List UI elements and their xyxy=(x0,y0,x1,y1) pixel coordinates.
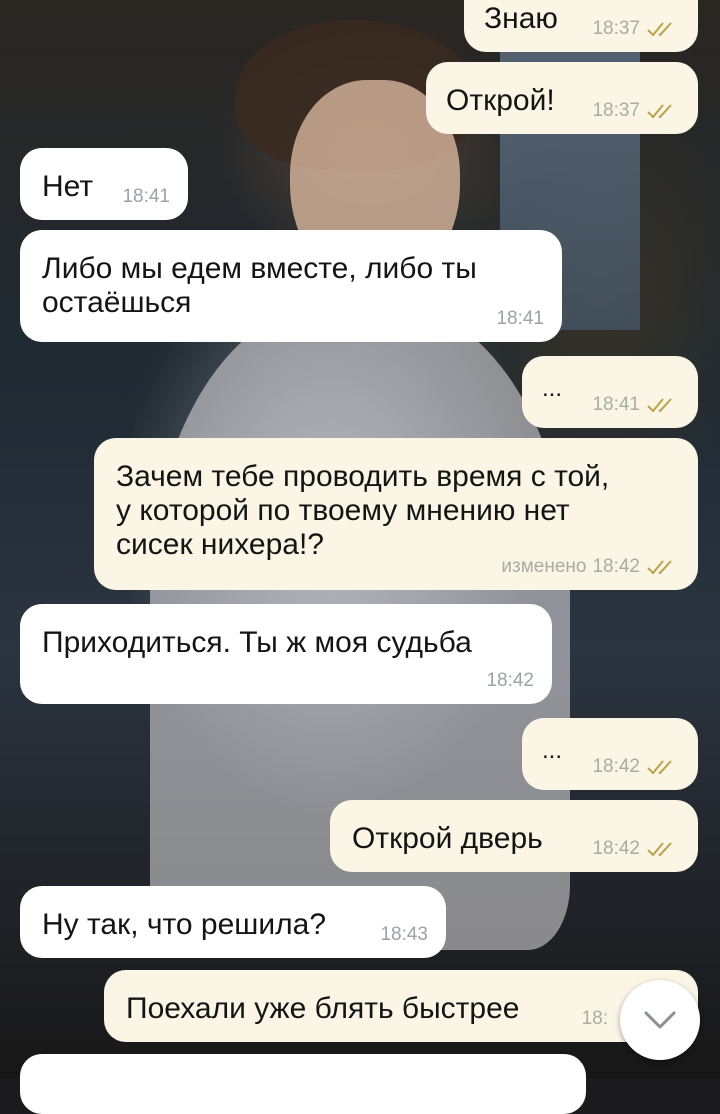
message-outgoing[interactable]: Поехали уже блять быстрее 18: xyxy=(104,970,698,1042)
message-incoming[interactable]: Приходиться. Ты ж моя судьба 18:42 xyxy=(20,604,552,704)
message-incoming[interactable]: Либо мы едем вместе, либо ты остаёшься 1… xyxy=(20,230,562,342)
message-meta: 18: xyxy=(582,1008,608,1030)
message-text: ... xyxy=(542,737,563,764)
scroll-down-button[interactable] xyxy=(620,980,700,1060)
message-incoming[interactable] xyxy=(20,1054,586,1114)
message-text: Ну так, что решила? xyxy=(42,908,327,941)
edited-label: изменено xyxy=(501,556,587,577)
message-time: 18:41 xyxy=(592,394,640,415)
message-meta: изменено 18:42 xyxy=(501,556,680,578)
message-text: ... xyxy=(542,375,563,402)
double-check-icon xyxy=(647,760,672,775)
message-outgoing[interactable]: Открой! 18:37 xyxy=(426,62,698,134)
message-meta: 18:37 xyxy=(592,18,680,40)
message-meta: 18:41 xyxy=(122,186,170,208)
message-time: 18:42 xyxy=(592,838,640,859)
message-text: Открой! xyxy=(446,84,555,117)
double-check-icon xyxy=(647,560,672,575)
message-text: Нет xyxy=(42,170,94,203)
message-outgoing[interactable]: Открой дверь 18:42 xyxy=(330,800,698,872)
message-meta: 18:43 xyxy=(380,924,428,946)
message-time: 18:37 xyxy=(592,100,640,121)
message-meta: 18:37 xyxy=(592,100,680,122)
double-check-icon xyxy=(647,842,672,857)
message-time: 18: xyxy=(581,1008,608,1029)
message-meta: 18:42 xyxy=(592,838,680,860)
message-text: Либо мы едем вместе, либо ты остаёшься xyxy=(42,252,477,319)
message-outgoing[interactable]: Знаю 18:37 xyxy=(464,0,698,52)
message-text: Открой дверь xyxy=(352,822,543,855)
message-outgoing[interactable]: ... 18:42 xyxy=(522,718,698,790)
message-incoming[interactable]: Нет 18:41 xyxy=(20,148,188,220)
message-outgoing[interactable]: Зачем тебе проводить время с той, у кото… xyxy=(94,438,698,590)
double-check-icon xyxy=(647,22,672,37)
message-time: 18:37 xyxy=(592,18,640,39)
message-outgoing[interactable]: ... 18:41 xyxy=(522,356,698,428)
chevron-down-icon xyxy=(644,1011,676,1029)
message-time: 18:41 xyxy=(122,186,170,207)
message-text: Приходиться. Ты ж моя судьба xyxy=(42,626,472,659)
message-time: 18:42 xyxy=(592,756,640,777)
message-meta: 18:41 xyxy=(592,394,680,416)
message-time: 18:42 xyxy=(592,556,640,577)
message-time: 18:41 xyxy=(496,308,544,329)
double-check-icon xyxy=(647,104,672,119)
double-check-icon xyxy=(647,398,672,413)
message-text: Знаю xyxy=(484,2,558,35)
message-text: Зачем тебе проводить время с той, у кото… xyxy=(116,460,610,561)
message-incoming[interactable]: Ну так, что решила? 18:43 xyxy=(20,886,446,958)
message-meta: 18:42 xyxy=(486,670,534,692)
message-text: Поехали уже блять быстрее xyxy=(126,992,520,1025)
message-meta: 18:42 xyxy=(592,756,680,778)
message-meta: 18:41 xyxy=(496,308,544,330)
message-time: 18:43 xyxy=(380,924,428,945)
message-time: 18:42 xyxy=(486,670,534,691)
